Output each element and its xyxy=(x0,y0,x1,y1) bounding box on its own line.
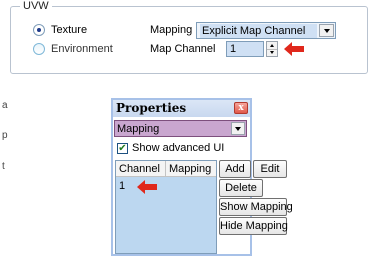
properties-body: Mapping ✔ Show advanced UI Channel Mappi… xyxy=(113,117,293,254)
map-channel-spinner[interactable] xyxy=(266,41,278,57)
texture-label: Texture xyxy=(51,24,88,36)
red-arrow-annotation-icon xyxy=(284,42,304,56)
hide-mapping-button[interactable]: Hide Mapping xyxy=(219,217,288,235)
properties-window: Properties x Mapping ✔ Show advanced UI … xyxy=(111,98,293,256)
add-button[interactable]: Add xyxy=(219,160,251,178)
properties-title-bar: Properties x xyxy=(113,100,250,117)
show-advanced-label: Show advanced UI xyxy=(132,142,225,154)
table-cell-channel[interactable]: 1 xyxy=(119,179,125,193)
properties-dropdown-chevron-down-icon[interactable] xyxy=(231,122,245,135)
texture-radio[interactable] xyxy=(33,24,45,36)
mapping-dropdown-value: Explicit Map Channel xyxy=(200,24,317,38)
close-icon[interactable]: x xyxy=(234,102,248,114)
mapping-label: Mapping xyxy=(150,24,193,36)
column-header-channel[interactable]: Channel xyxy=(116,161,166,177)
show-advanced-checkbox[interactable]: ✔ xyxy=(117,143,128,154)
uvw-panel: UVW Texture Environment Mapping Explicit… xyxy=(0,0,378,85)
texture-radio-row[interactable]: Texture xyxy=(33,24,87,36)
edit-button[interactable]: Edit xyxy=(253,160,287,178)
show-mapping-button[interactable]: Show Mapping xyxy=(219,198,293,216)
uvw-group-box xyxy=(10,6,368,74)
environment-label: Environment xyxy=(51,43,113,55)
properties-mapping-dropdown[interactable]: Mapping xyxy=(114,120,247,137)
spinner-down-icon[interactable] xyxy=(267,49,277,56)
uvw-group-title: UVW xyxy=(20,0,52,12)
mapping-dropdown-chevron-down-icon[interactable] xyxy=(319,24,334,37)
cut-off-text-p: p xyxy=(2,130,8,141)
cut-off-text-t: t xyxy=(2,161,5,172)
properties-mapping-dropdown-value: Mapping xyxy=(117,123,160,135)
properties-title: Properties xyxy=(116,101,187,115)
channel-table[interactable]: Channel Mapping 1 xyxy=(115,160,217,254)
environment-radio[interactable] xyxy=(33,43,45,55)
mapping-dropdown[interactable]: Explicit Map Channel xyxy=(196,22,336,39)
column-header-mapping[interactable]: Mapping xyxy=(166,161,216,177)
environment-radio-row[interactable]: Environment xyxy=(33,43,113,55)
delete-button[interactable]: Delete xyxy=(219,179,263,197)
red-arrow-annotation-icon xyxy=(137,180,157,194)
cut-off-text-a: a xyxy=(2,100,8,111)
map-channel-label: Map Channel xyxy=(150,43,216,55)
map-channel-input[interactable]: 1 xyxy=(226,41,264,57)
